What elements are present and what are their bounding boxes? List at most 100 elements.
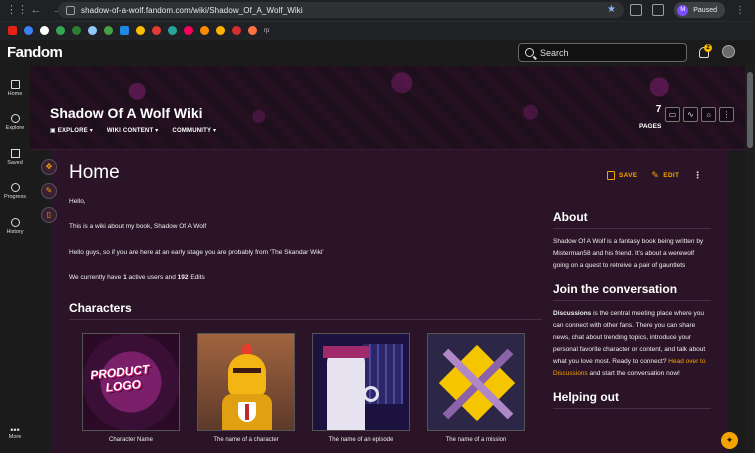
search-icon	[525, 48, 534, 57]
more-actions-button[interactable]: ⋮	[693, 170, 702, 181]
rail-item-more[interactable]: ••• More	[0, 426, 30, 441]
chrome-menu-icon[interactable]: ⋮	[735, 5, 745, 16]
gallery-item[interactable]: The name of a mission	[427, 333, 525, 443]
shield-cross	[245, 404, 249, 420]
bookmark-green-icon[interactable]	[72, 26, 81, 35]
back-icon[interactable]: ←	[28, 2, 44, 18]
bookmarks-bar: rp	[0, 21, 755, 39]
search-placeholder: Search	[540, 47, 569, 58]
gallery-item[interactable]: The name of an episode	[312, 333, 410, 443]
nav-explore[interactable]: ▣ EXPLORE ▾	[50, 127, 93, 134]
page-side-tools: ✥ ✎ ▯	[41, 159, 57, 223]
join-end: and start the conversation now!	[587, 370, 680, 377]
tab-search-icon[interactable]	[652, 4, 665, 16]
profile-avatar: M	[677, 4, 689, 16]
bookmark-amber-icon[interactable]	[216, 26, 225, 35]
rail-item-label: Progress	[3, 194, 26, 200]
nav-wiki-content[interactable]: WIKI CONTENT ▾	[107, 127, 159, 134]
rail-item-explore[interactable]: Explore	[0, 114, 30, 131]
rail-item-label: Home	[7, 91, 23, 97]
bookmark-globe-icon[interactable]	[104, 26, 113, 35]
bookmark-snowflake-icon[interactable]	[88, 26, 97, 35]
detective-image[interactable]	[312, 333, 410, 431]
search-input[interactable]: Search	[518, 43, 687, 62]
notifications-button[interactable]: 2	[699, 44, 712, 59]
rail-item-home[interactable]: Home	[0, 80, 30, 97]
bookmark-orange-icon[interactable]	[200, 26, 209, 35]
expand-icon[interactable]: ✥	[41, 159, 57, 175]
join-body: is the central meeting place where you c…	[553, 310, 706, 365]
page-title: Home	[69, 162, 120, 183]
bookmark-rp-label[interactable]: rp	[264, 28, 269, 34]
paragraph: This is a wiki about my book, Shadow Of …	[69, 223, 207, 230]
bookmark-fandom-icon[interactable]	[184, 26, 193, 35]
characters-heading: Characters	[69, 301, 542, 320]
gallery-caption: The name of a character	[213, 437, 279, 443]
pages-count-number: 7	[655, 104, 662, 115]
bookmark-cloud-icon[interactable]	[24, 26, 33, 35]
wrench-icon[interactable]: ✦	[721, 432, 738, 449]
paragraph: Hello guys, so if you are here at an ear…	[69, 249, 324, 256]
save-button[interactable]: SAVE	[607, 171, 637, 180]
knight-image[interactable]	[197, 333, 295, 431]
left-rail: Home Explore Saved Progress History ••• …	[0, 66, 30, 453]
pencil-icon[interactable]: ✎	[41, 183, 57, 199]
bookmark-star-icon[interactable]: ★	[607, 4, 616, 15]
gallery-item[interactable]: The name of a character	[197, 333, 295, 443]
stats-text: active users and	[126, 274, 178, 281]
bookmark-sheets-icon[interactable]	[120, 26, 129, 35]
activity-icon[interactable]: ∿	[683, 107, 698, 122]
gallery-item[interactable]: PRODUCT LOGO Character Name	[82, 333, 180, 443]
edit-button[interactable]: ✎ EDIT	[651, 170, 679, 181]
scrollbar-thumb[interactable]	[747, 72, 753, 148]
rail-item-label: Saved	[7, 160, 23, 166]
bookmark-red-icon[interactable]	[152, 26, 161, 35]
pages-count: 7 PAGES	[639, 105, 661, 133]
stats-text: We currently have	[69, 274, 124, 281]
browser-chrome: ⋮⋮ ← → ↻ shadow-of-a-wolf.fandom.com/wik…	[0, 0, 755, 40]
address-bar[interactable]: shadow-of-a-wolf.fandom.com/wiki/Shadow_…	[58, 2, 624, 18]
gallery-caption: The name of an episode	[328, 437, 394, 443]
discussions-icon[interactable]: ▭	[665, 107, 680, 122]
history-icon	[10, 218, 20, 227]
fandom-logo[interactable]: Fandom	[7, 44, 63, 61]
rail-item-label: Explore	[5, 125, 25, 131]
more-icon: ⋮	[693, 170, 703, 180]
page-scrollbar[interactable]	[745, 66, 755, 453]
product-logo-image[interactable]: PRODUCT LOGO	[82, 333, 180, 431]
bookmark-rp-icon[interactable]	[248, 26, 257, 35]
rail-item-progress[interactable]: Progress	[0, 183, 30, 200]
extensions-icon[interactable]	[630, 4, 643, 16]
bookmark-chrome2-icon[interactable]	[136, 26, 145, 35]
stats-text: Edits	[188, 274, 205, 281]
apps-icon[interactable]: ⋮⋮	[6, 2, 28, 18]
bookmark-chrome-icon[interactable]	[56, 26, 65, 35]
bookmark-icon[interactable]: ▯	[41, 207, 57, 223]
theme-toggle-icon[interactable]: ☼	[701, 107, 716, 122]
bookmark-teal-icon[interactable]	[168, 26, 177, 35]
chrome-actions: M Paused ⋮	[630, 2, 745, 18]
bookmark-red2-icon[interactable]	[232, 26, 241, 35]
about-heading: About	[553, 210, 711, 229]
save-label: SAVE	[619, 172, 638, 179]
home-icon	[10, 80, 20, 89]
rail-item-label: History	[6, 229, 24, 235]
paragraph-stats: We currently have 1 active users and 192…	[69, 274, 205, 281]
bookmark-google-icon[interactable]	[40, 26, 49, 35]
edit-label: EDIT	[663, 172, 680, 179]
rail-item-history[interactable]: History	[0, 218, 30, 235]
bookmark-youtube-icon[interactable]	[8, 26, 17, 35]
edits-count: 192	[177, 274, 189, 281]
nav-community[interactable]: COMMUNITY ▾	[172, 127, 216, 134]
rail-item-saved[interactable]: Saved	[0, 149, 30, 166]
right-sidebar: About Shadow Of A Wolf is a fantasy book…	[553, 210, 711, 416]
site-info-icon[interactable]	[66, 5, 75, 15]
crossed-swords-image[interactable]	[427, 333, 525, 431]
product-logo-art: PRODUCT LOGO	[90, 360, 173, 400]
profile-button[interactable]: M Paused	[674, 2, 725, 18]
discussions-bold: Discussions	[553, 310, 592, 317]
wiki-title[interactable]: Shadow Of A Wolf Wiki	[50, 105, 203, 121]
profile-status: Paused	[693, 6, 717, 14]
user-avatar[interactable]	[722, 45, 735, 58]
more-options-icon[interactable]: ⋮	[719, 107, 734, 122]
